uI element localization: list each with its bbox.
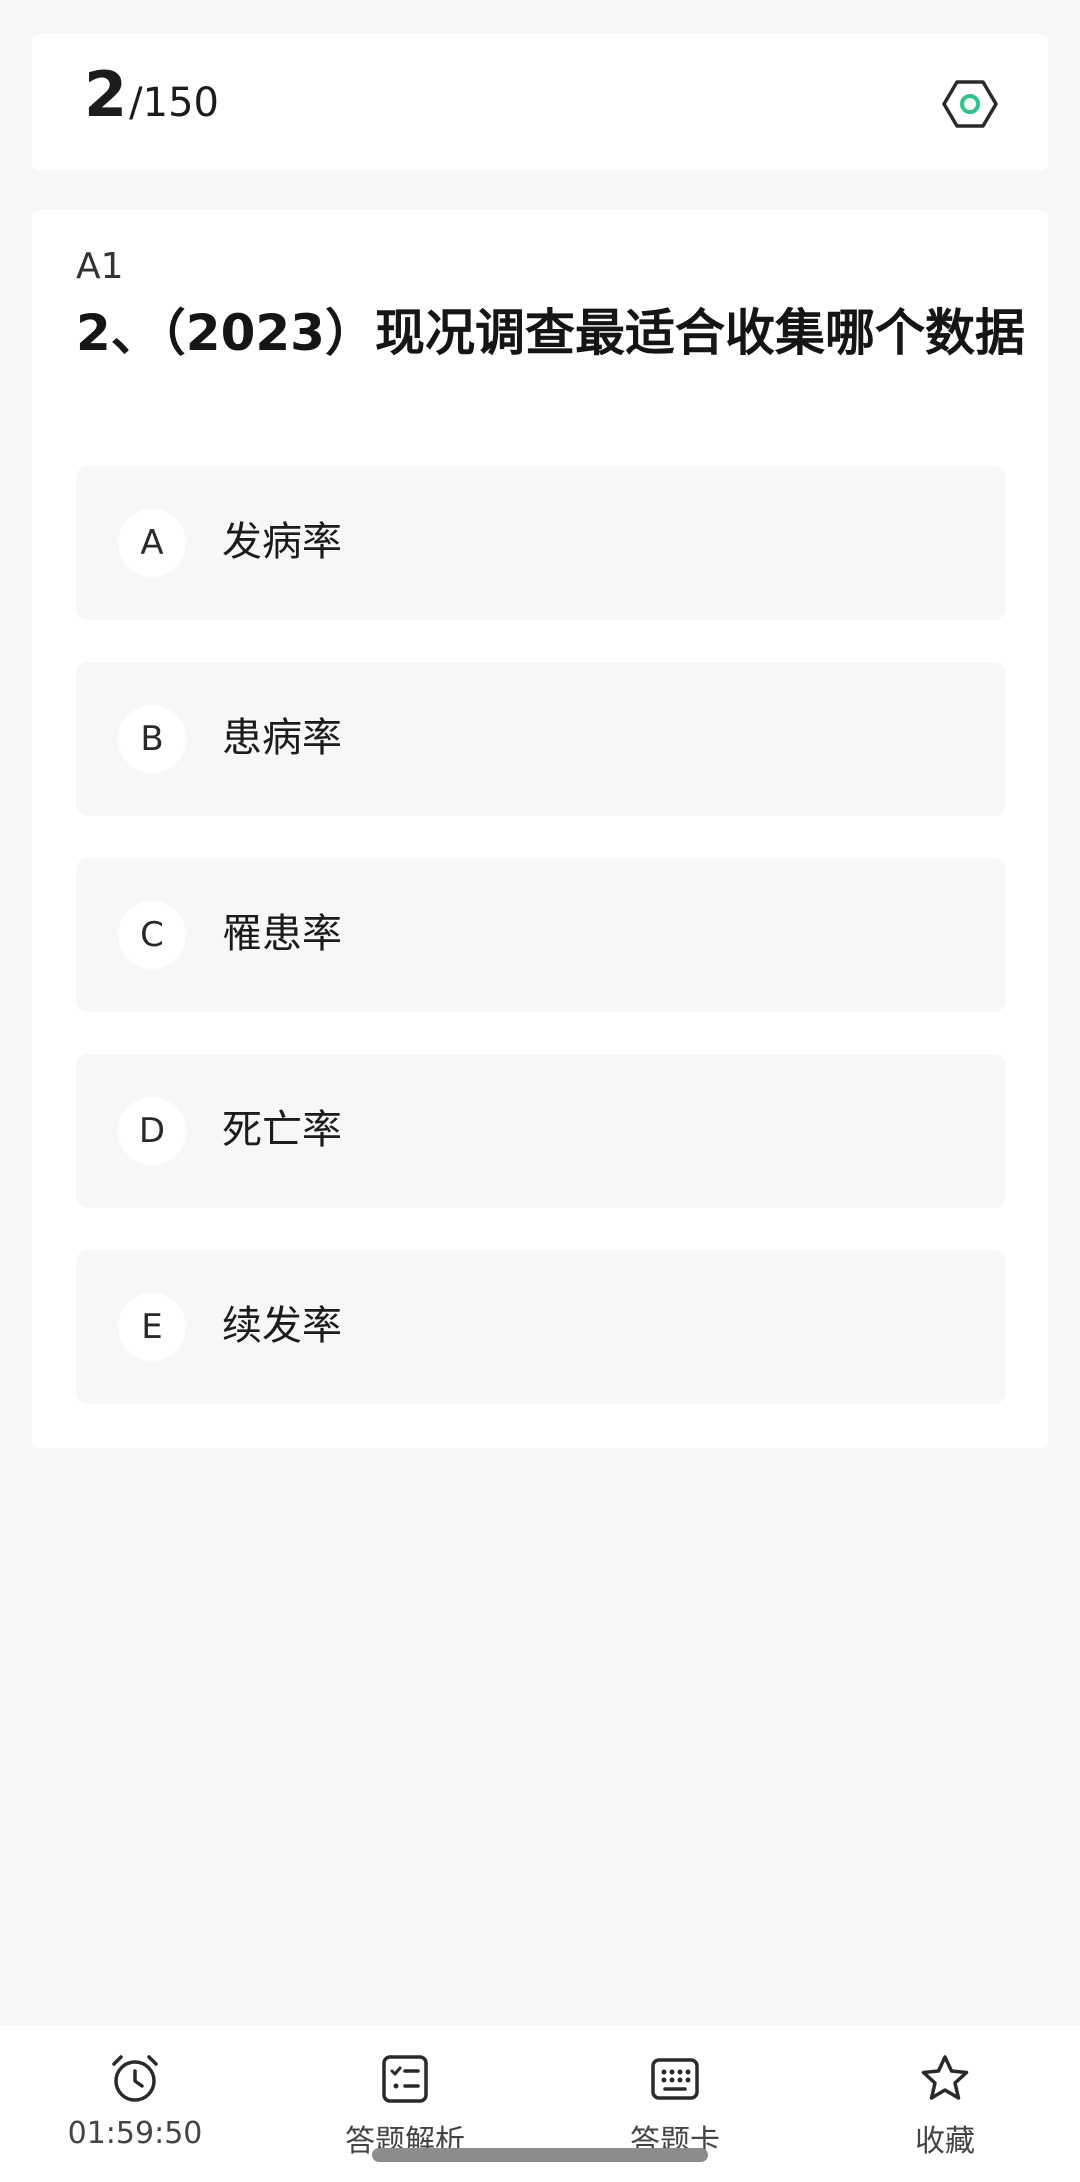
question-text: 2、（2023）现况调查最适合收集哪个数据: [76, 304, 1025, 362]
option-text: 罹患率: [222, 911, 342, 957]
option-e[interactable]: E 续发率: [76, 1250, 1006, 1404]
favorite-label: 收藏: [915, 2124, 975, 2159]
option-text: 发病率: [222, 519, 342, 565]
option-letter: C: [118, 901, 186, 969]
option-letter: E: [118, 1293, 186, 1361]
question-card: A1 2、（2023）现况调查最适合收集哪个数据 A 发病率 B 患病率 C 罹…: [32, 210, 1048, 1448]
checklist-icon: [382, 2055, 428, 2103]
option-b[interactable]: B 患病率: [76, 662, 1006, 816]
option-letter: B: [118, 705, 186, 773]
favorite-button[interactable]: 收藏: [810, 2026, 1080, 2182]
question-type: A1: [76, 246, 124, 287]
exam-page: 2 /150 A1 2、（2023）现况调查最适合收集哪个数据 A 发病率 B …: [0, 0, 1080, 2182]
total-questions: /150: [129, 80, 219, 126]
keyboard-grid-icon: [651, 2058, 699, 2100]
home-indicator[interactable]: [372, 2148, 708, 2162]
settings-button[interactable]: [942, 76, 998, 132]
settings-icon: [942, 80, 998, 128]
timer-button[interactable]: 01:59:50: [0, 2026, 270, 2182]
option-a[interactable]: A 发病率: [76, 466, 1006, 620]
question-progress: 2 /150: [84, 64, 219, 126]
current-question-number: 2: [84, 58, 128, 131]
option-letter: D: [118, 1097, 186, 1165]
star-icon: [921, 2055, 969, 2100]
option-text: 死亡率: [222, 1107, 342, 1153]
timer-label: 01:59:50: [67, 2116, 203, 2151]
option-d[interactable]: D 死亡率: [76, 1054, 1006, 1208]
options-list: A 发病率 B 患病率 C 罹患率 D 死亡率 E 续发率: [76, 466, 1006, 1446]
option-c[interactable]: C 罹患率: [76, 858, 1006, 1012]
alarm-clock-icon: [112, 2055, 158, 2102]
progress-header: 2 /150: [32, 34, 1048, 170]
option-text: 续发率: [222, 1303, 342, 1349]
option-text: 患病率: [222, 715, 342, 761]
option-letter: A: [118, 509, 186, 577]
